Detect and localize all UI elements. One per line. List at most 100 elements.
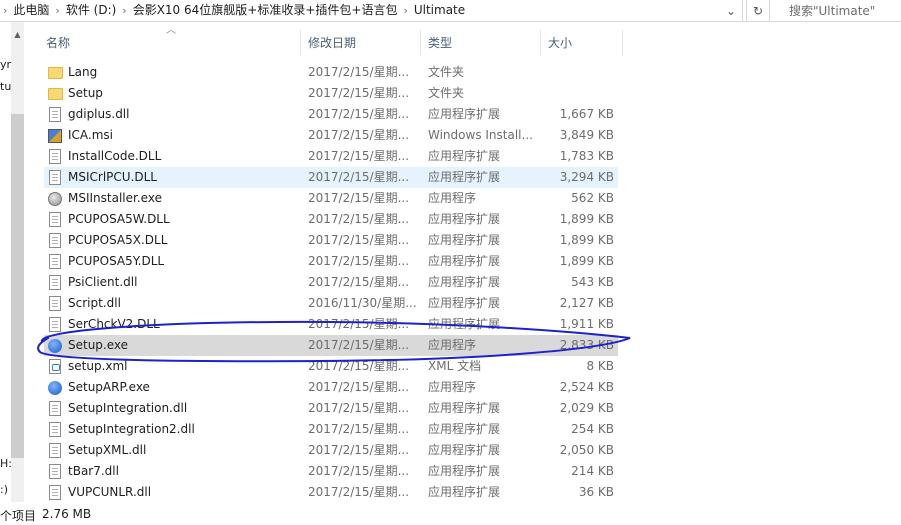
file-row[interactable]: PCUPOSA5Y.DLL 2017/2/15/星期... 应用程序扩展 1,899 … — [44, 251, 618, 272]
file-row[interactable]: MSIInstaller.exe 2017/2/15/星期... 应用程序 562 K… — [44, 188, 618, 209]
file-row[interactable]: Lang 2017/2/15/星期... 文件夹 — [44, 62, 618, 83]
file-row[interactable]: PCUPOSA5X.DLL 2017/2/15/星期... 应用程序扩展 1,899 … — [44, 230, 618, 251]
file-size: 1,899 KB — [559, 233, 614, 247]
file-date: 2017/2/15/星期... — [308, 443, 410, 457]
file-date: 2017/2/15/星期... — [308, 65, 410, 79]
file-row[interactable]: SerChckV2.DLL 2017/2/15/星期... 应用程序扩展 1,911 … — [44, 314, 618, 335]
file-row[interactable]: InstallCode.DLL 2017/2/15/星期... 应用程序扩展 1,78… — [44, 146, 618, 167]
file-name[interactable]: SetupARP.exe — [68, 377, 298, 398]
file-name[interactable]: setup.xml — [68, 356, 298, 377]
refresh-button[interactable]: ↻ — [746, 0, 770, 21]
breadcrumb-folder[interactable]: 会影X10 64位旗舰版+标准收录+插件包+语言包 — [130, 0, 401, 21]
file-name[interactable]: InstallCode.DLL — [68, 146, 298, 167]
column-divider[interactable] — [540, 30, 541, 56]
file-name[interactable]: VUPCUNLR.dll — [68, 482, 298, 503]
breadcrumb-this-pc[interactable]: 此电脑 — [10, 0, 52, 21]
file-row[interactable]: ICA.msi 2017/2/15/星期... Windows Install...… — [44, 125, 618, 146]
file-size: 562 KB — [571, 191, 614, 205]
dll-file-icon — [49, 464, 61, 479]
file-type: 应用程序扩展 — [428, 275, 501, 289]
file-size: 2,833 KB — [559, 338, 614, 352]
column-header-type[interactable]: 类型 — [422, 30, 540, 56]
chevron-right-icon: › — [3, 4, 8, 17]
nav-item-fragment[interactable]: tu — [0, 80, 11, 93]
nav-scrollbar[interactable]: ▲ — [11, 22, 24, 502]
file-name[interactable]: Setup.exe — [68, 335, 298, 356]
exe-icon — [48, 191, 62, 206]
file-name[interactable]: Lang — [68, 62, 298, 83]
chevron-right-icon[interactable]: › — [400, 4, 410, 17]
file-name[interactable]: MSIInstaller.exe — [68, 188, 298, 209]
file-row[interactable]: VUPCUNLR.dll 2017/2/15/星期... 应用程序扩展 36 KB — [44, 482, 618, 503]
selected-size: 2.76 MB — [42, 507, 92, 521]
file-date: 2017/2/15/星期... — [308, 275, 410, 289]
breadcrumb[interactable]: › 此电脑 › 软件 (D:) › 会影X10 64位旗舰版+标准收录+插件包+… — [0, 0, 743, 21]
setup-exe-icon — [48, 380, 62, 395]
file-row[interactable]: SetupIntegration2.dll 2017/2/15/星期... 应用程序… — [44, 419, 618, 440]
dll-file-icon — [49, 107, 61, 122]
chevron-down-icon: ⌄ — [725, 3, 737, 18]
dll-file-icon — [49, 422, 61, 437]
file-row[interactable]: Setup.exe 2017/2/15/星期... 应用程序 2,833 KB — [44, 335, 618, 356]
breadcrumb-drive-d[interactable]: 软件 (D:) — [63, 0, 119, 21]
file-name[interactable]: MSICrlPCU.DLL — [68, 167, 298, 188]
file-row[interactable]: tBar7.dll 2017/2/15/星期... 应用程序扩展 214 KB — [44, 461, 618, 482]
address-history-button[interactable]: ⌄ — [720, 0, 742, 21]
file-size: 8 KB — [586, 359, 614, 373]
file-row[interactable]: SetupARP.exe 2017/2/15/星期... 应用程序 2,524 KB — [44, 377, 618, 398]
column-divider[interactable] — [420, 30, 421, 56]
file-name[interactable]: tBar7.dll — [68, 461, 298, 482]
file-name[interactable]: PCUPOSA5X.DLL — [68, 230, 298, 251]
file-type: 应用程序扩展 — [428, 170, 501, 184]
file-name[interactable]: SetupIntegration.dll — [68, 398, 298, 419]
scroll-up-icon[interactable]: ▲ — [11, 30, 24, 39]
file-type: XML 文档 — [428, 359, 482, 373]
file-name[interactable]: ICA.msi — [68, 125, 298, 146]
file-name[interactable]: SetupXML.dll — [68, 440, 298, 461]
file-size: 254 KB — [571, 422, 614, 436]
file-row[interactable]: Script.dll 2016/11/30/星期... 应用程序扩展 2,127 KB — [44, 293, 618, 314]
column-header-date[interactable]: 修改日期 — [302, 30, 420, 56]
file-row[interactable]: PsiClient.dll 2017/2/15/星期... 应用程序扩展 543 KB — [44, 272, 618, 293]
file-name[interactable]: PsiClient.dll — [68, 272, 298, 293]
column-divider[interactable] — [300, 30, 301, 56]
nav-item-fragment[interactable]: :) — [0, 483, 8, 496]
file-size: 2,524 KB — [559, 380, 614, 394]
file-row[interactable]: SetupXML.dll 2017/2/15/星期... 应用程序扩展 2,050 K… — [44, 440, 618, 461]
file-name[interactable]: Script.dll — [68, 293, 298, 314]
file-row[interactable]: Setup 2017/2/15/星期... 文件夹 — [44, 83, 618, 104]
file-size: 1,911 KB — [559, 317, 614, 331]
file-row[interactable]: gdiplus.dll 2017/2/15/星期... 应用程序扩展 1,667 KB — [44, 104, 618, 125]
folder-icon — [47, 87, 63, 100]
file-date: 2017/2/15/星期... — [308, 464, 410, 478]
file-name[interactable]: PCUPOSA5W.DLL — [68, 209, 298, 230]
file-size: 2,127 KB — [559, 296, 614, 310]
nav-scrollbar-thumb[interactable] — [11, 114, 24, 458]
file-row[interactable]: PCUPOSA5W.DLL 2017/2/15/星期... 应用程序扩展 1,899 … — [44, 209, 618, 230]
file-size: 543 KB — [571, 275, 614, 289]
file-name[interactable]: Setup — [68, 83, 298, 104]
file-name[interactable]: SerChckV2.DLL — [68, 314, 298, 335]
chevron-right-icon[interactable]: › — [52, 4, 62, 17]
file-type: 应用程序扩展 — [428, 254, 501, 268]
file-date: 2017/2/15/星期... — [308, 317, 410, 331]
file-type: 应用程序 — [428, 380, 477, 394]
file-row[interactable]: setup.xml 2017/2/15/星期... XML 文档 8 KB — [44, 356, 618, 377]
file-name[interactable]: gdiplus.dll — [68, 104, 298, 125]
search-input[interactable]: 搜索"Ultimate" — [779, 0, 901, 21]
file-date: 2017/2/15/星期... — [308, 485, 410, 499]
column-divider[interactable] — [622, 30, 623, 56]
file-size: 36 KB — [578, 485, 614, 499]
file-size: 2,050 KB — [559, 443, 614, 457]
file-name[interactable]: PCUPOSA5Y.DLL — [68, 251, 298, 272]
column-header-size[interactable]: 大小 — [542, 30, 622, 56]
file-date: 2017/2/15/星期... — [308, 86, 410, 100]
file-row[interactable]: MSICrlPCU.DLL 2017/2/15/星期... 应用程序扩展 3,294 … — [44, 167, 618, 188]
file-date: 2017/2/15/星期... — [308, 380, 410, 394]
file-row[interactable]: SetupIntegration.dll 2017/2/15/星期... 应用程序扩… — [44, 398, 618, 419]
dll-file-icon — [49, 485, 61, 500]
file-name[interactable]: SetupIntegration2.dll — [68, 419, 298, 440]
file-size — [538, 83, 614, 104]
breadcrumb-ultimate[interactable]: Ultimate — [411, 0, 468, 21]
chevron-right-icon[interactable]: › — [119, 4, 129, 17]
